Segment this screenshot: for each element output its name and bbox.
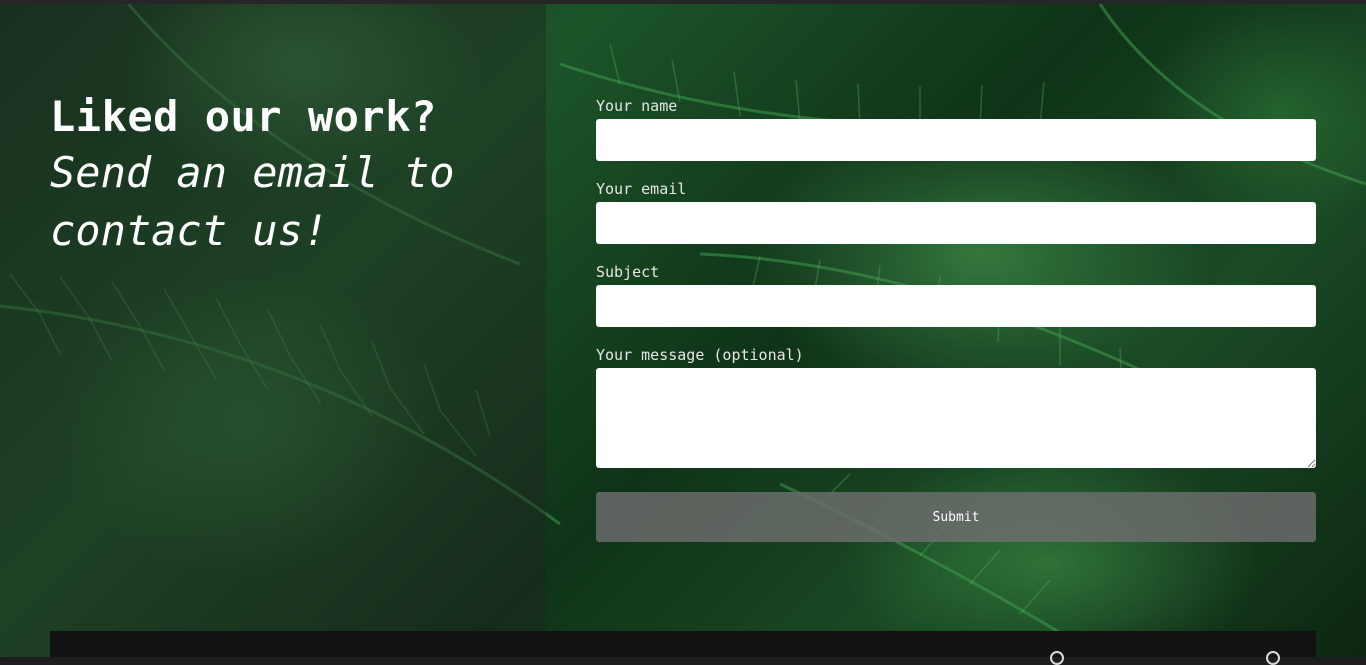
- name-input[interactable]: [596, 119, 1316, 161]
- headline-italic-line-2: contact us!: [50, 206, 329, 255]
- headline-bold: Liked our work?: [50, 92, 437, 141]
- contact-headline: Liked our work? Send an email to contact…: [50, 90, 530, 260]
- email-label: Your email: [596, 180, 687, 198]
- contact-form: Your name Your email Subject Your messag…: [596, 94, 1316, 542]
- social-icon[interactable]: [1266, 651, 1280, 665]
- subject-label: Subject: [596, 263, 660, 281]
- social-icon[interactable]: [1050, 651, 1064, 665]
- submit-button[interactable]: Submit: [596, 492, 1316, 542]
- name-label: Your name: [596, 97, 678, 115]
- message-textarea[interactable]: [596, 368, 1316, 468]
- footer-bar: [50, 631, 1316, 665]
- message-label: Your message (optional): [596, 346, 804, 364]
- contact-section: Liked our work? Send an email to contact…: [0, 4, 1366, 657]
- headline-italic-line-1: Send an email to: [50, 148, 455, 197]
- email-input[interactable]: [596, 202, 1316, 244]
- subject-input[interactable]: [596, 285, 1316, 327]
